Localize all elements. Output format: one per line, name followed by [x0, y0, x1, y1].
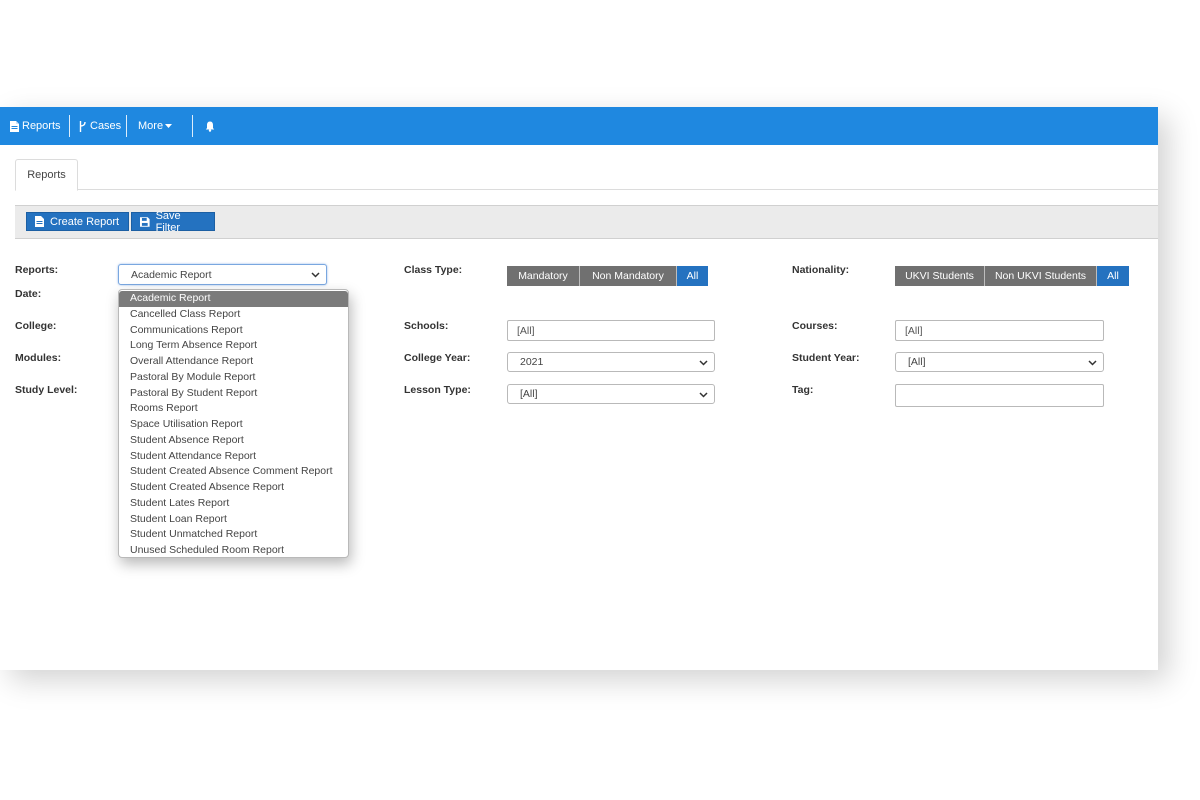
class-type-all-label: All: [686, 270, 699, 282]
college-year-label: College Year:: [404, 352, 471, 364]
bell-icon: [205, 121, 215, 132]
lesson-type-value: [All]: [520, 388, 538, 400]
tab-bar: Reports: [15, 159, 1158, 191]
dropdown-option[interactable]: Unused Scheduled Room Report: [119, 543, 348, 557]
floppy-disk-icon: [140, 216, 150, 227]
courses-input-value: [All]: [905, 324, 923, 337]
dropdown-option[interactable]: Rooms Report: [119, 401, 348, 417]
reports-select-value: Academic Report: [131, 268, 212, 281]
date-label: Date:: [15, 288, 42, 300]
dropdown-option[interactable]: Pastoral By Student Report: [119, 386, 348, 402]
dropdown-option[interactable]: Cancelled Class Report: [119, 307, 348, 323]
nationality-all-label: All: [1107, 270, 1119, 282]
tag-label: Tag:: [792, 384, 814, 396]
schools-input-value: [All]: [517, 324, 535, 337]
chevron-down-icon: [699, 392, 708, 398]
nav-more[interactable]: More: [138, 107, 173, 145]
nationality-non-ukvi-label: Non UKVI Students: [994, 270, 1087, 282]
class-type-mandatory[interactable]: Mandatory: [507, 266, 580, 286]
student-year-select[interactable]: [All]: [895, 352, 1104, 372]
chevron-down-icon: [311, 272, 320, 278]
class-type-all[interactable]: All: [677, 266, 708, 286]
dropdown-option[interactable]: Space Utilisation Report: [119, 417, 348, 433]
lesson-type-select[interactable]: [All]: [507, 384, 715, 404]
nav-cases[interactable]: Cases: [79, 107, 121, 145]
college-label: College:: [15, 320, 57, 332]
schools-input[interactable]: [All]: [507, 320, 715, 341]
tab-reports[interactable]: Reports: [15, 159, 78, 191]
dropdown-option[interactable]: Student Created Absence Comment Report: [119, 464, 348, 480]
dropdown-option[interactable]: Overall Attendance Report: [119, 354, 348, 370]
nationality-label: Nationality:: [792, 264, 850, 276]
notifications-button[interactable]: [205, 107, 218, 145]
nationality-toggle: UKVI Students Non UKVI Students All: [895, 266, 1129, 286]
dropdown-option[interactable]: Student Unmatched Report: [119, 527, 348, 543]
save-filter-button[interactable]: Save Filter: [131, 209, 215, 234]
nationality-ukvi[interactable]: UKVI Students: [895, 266, 985, 286]
branch-icon: [79, 120, 86, 132]
caret-down-icon: [165, 123, 173, 128]
create-report-label: Create Report: [50, 215, 120, 228]
tab-reports-label: Reports: [27, 169, 66, 181]
lesson-type-label: Lesson Type:: [404, 384, 471, 396]
reports-select[interactable]: Academic Report: [118, 264, 327, 285]
dropdown-option[interactable]: Student Attendance Report: [119, 449, 348, 465]
create-report-button[interactable]: Create Report: [26, 212, 129, 231]
nav-reports[interactable]: Reports: [10, 107, 61, 145]
college-year-value: 2021: [520, 356, 544, 368]
student-year-label: Student Year:: [792, 352, 860, 364]
nav-cases-label: Cases: [90, 120, 122, 132]
file-icon: [35, 216, 44, 227]
nationality-ukvi-label: UKVI Students: [905, 270, 974, 282]
save-filter-label: Save Filter: [155, 209, 181, 234]
courses-label: Courses:: [792, 320, 838, 332]
class-type-non-mandatory[interactable]: Non Mandatory: [580, 266, 677, 286]
class-type-mandatory-label: Mandatory: [518, 270, 568, 282]
dropdown-option[interactable]: Student Created Absence Report: [119, 480, 348, 496]
tag-input[interactable]: [895, 384, 1104, 407]
nationality-non-ukvi[interactable]: Non UKVI Students: [985, 266, 1097, 286]
file-icon: [10, 120, 19, 132]
nav-divider: [126, 115, 127, 137]
dropdown-option[interactable]: Student Lates Report: [119, 496, 348, 512]
reports-label: Reports:: [15, 264, 59, 276]
dropdown-option[interactable]: Student Loan Report: [119, 512, 348, 528]
nav-divider: [69, 115, 70, 137]
nav-divider: [192, 115, 193, 137]
class-type-toggle: Mandatory Non Mandatory All: [507, 266, 708, 286]
class-type-label: Class Type:: [404, 264, 463, 276]
modules-label: Modules:: [15, 352, 62, 364]
top-navbar: Reports Cases More: [0, 107, 1158, 145]
courses-input[interactable]: [All]: [895, 320, 1104, 341]
dropdown-option[interactable]: Pastoral By Module Report: [119, 370, 348, 386]
student-year-value: [All]: [908, 356, 926, 368]
class-type-non-mandatory-label: Non Mandatory: [592, 270, 664, 282]
college-year-select[interactable]: 2021: [507, 352, 715, 372]
dropdown-option[interactable]: Student Absence Report: [119, 433, 348, 449]
action-toolbar: Create Report Save Filter: [15, 205, 1158, 239]
dropdown-option[interactable]: Long Term Absence Report: [119, 338, 348, 354]
dropdown-option[interactable]: Communications Report: [119, 323, 348, 339]
reports-dropdown-list: Academic Report Cancelled Class Report Com…: [118, 289, 349, 558]
dropdown-option[interactable]: Academic Report: [119, 291, 348, 307]
chevron-down-icon: [1088, 360, 1097, 366]
chevron-down-icon: [699, 360, 708, 366]
nav-reports-label: Reports: [22, 120, 61, 132]
nav-more-label: More: [138, 120, 164, 132]
nationality-all[interactable]: All: [1097, 266, 1129, 286]
schools-label: Schools:: [404, 320, 449, 332]
study-level-label: Study Level:: [15, 384, 78, 396]
